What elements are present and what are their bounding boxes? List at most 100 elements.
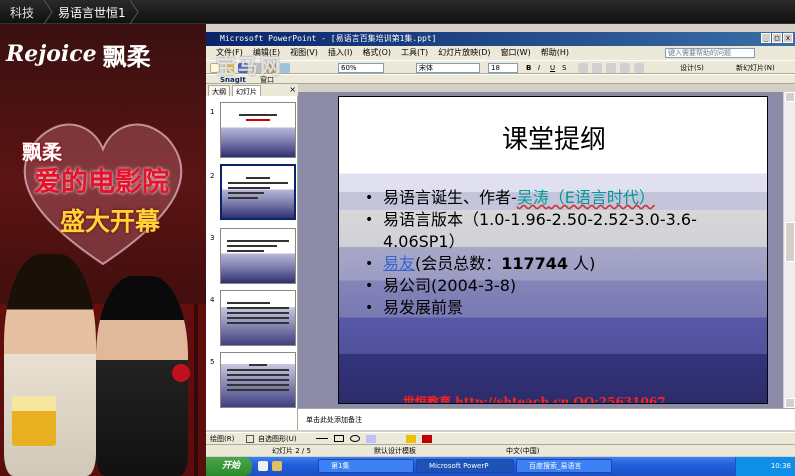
slide-thumbnail-5[interactable]	[220, 352, 296, 408]
clock: 10:36	[770, 462, 791, 470]
bullet-dot-icon: •	[365, 190, 374, 206]
scroll-up-icon[interactable]	[785, 92, 795, 102]
red-rose-image	[172, 364, 190, 382]
editor-ruler	[298, 84, 795, 92]
tab-outline[interactable]: 大纲	[208, 85, 230, 96]
slide-bullet-list[interactable]: • 易语言诞生、作者-吴涛（E语言时代） • 易语言版本（1.0-1.96-2.…	[365, 187, 723, 319]
windows-taskbar: 开始 第1集 Microsoft PowerP 百度搜索_易语言 10:36	[206, 457, 795, 476]
bullet-text-part: (会员总数：	[415, 254, 502, 273]
bullet-item: • 易发展前景	[365, 297, 723, 319]
font-size-select[interactable]: 18	[488, 63, 518, 73]
ad-brand-en: Rejoice	[6, 41, 97, 67]
status-language: 中文(中国)	[506, 447, 540, 455]
oval-tool-icon[interactable]	[350, 435, 360, 442]
editor-vertical-scrollbar[interactable]	[783, 92, 795, 408]
thumb-number: 3	[210, 234, 215, 242]
menu-format[interactable]: 格式(O)	[362, 46, 391, 60]
site-watermark-top: 宝马网	[216, 54, 282, 78]
align-center-icon[interactable]	[592, 63, 602, 73]
numbering-icon[interactable]	[620, 63, 630, 73]
menu-insert[interactable]: 插入(I)	[328, 46, 353, 60]
bullet-dot-icon: •	[365, 300, 374, 316]
status-bar: 幻灯片 2 / 5 默认设计模板 中文(中国)	[206, 444, 795, 456]
zoom-select[interactable]: 60%	[338, 63, 384, 73]
bullet-item: • 易友(会员总数：117744 人)	[365, 253, 723, 275]
scroll-down-icon[interactable]	[785, 398, 795, 408]
bullet-dot-icon: •	[365, 256, 374, 272]
ad-brand-cn: 飘柔	[102, 41, 151, 71]
ad-headline-main: 爱的电影院	[34, 167, 169, 198]
bullet-text-part: 易语言诞生、作者-	[383, 188, 517, 207]
shadow-button[interactable]: S	[562, 63, 566, 73]
bullet-text: 易语言诞生、作者-吴涛（E语言时代）	[383, 187, 655, 209]
author-link[interactable]: 吴涛	[517, 188, 549, 207]
bullets-icon[interactable]	[634, 63, 644, 73]
line-tool-icon[interactable]	[316, 438, 328, 439]
menu-window[interactable]: 窗口(W)	[501, 46, 531, 60]
breadcrumb-category[interactable]: 科技	[10, 4, 34, 21]
taskbar-powerpoint[interactable]: Microsoft PowerP	[416, 459, 514, 473]
start-button[interactable]: 开始	[206, 457, 252, 476]
breadcrumb-separator-icon	[43, 0, 53, 24]
bullet-text: 易发展前景	[383, 298, 464, 317]
quicklaunch-desktop-icon[interactable]	[272, 461, 282, 471]
bullet-item: • 易语言诞生、作者-吴涛（E语言时代）	[365, 187, 723, 209]
maximize-icon[interactable]: □	[772, 33, 782, 43]
bold-button[interactable]: B	[526, 63, 531, 73]
pane-close-icon[interactable]: ×	[289, 85, 296, 95]
slide-title[interactable]: 课堂提纲	[339, 119, 767, 156]
minimize-icon[interactable]: _	[761, 33, 771, 43]
system-tray: 10:36	[735, 457, 795, 476]
notes-pane[interactable]: 单击此处添加备注	[298, 408, 795, 430]
bullet-text-part: 人)	[568, 254, 596, 273]
breadcrumb-video-title: 易语言世恒1	[58, 6, 126, 20]
slide-thumbnail-4[interactable]	[220, 290, 296, 346]
formatting-toolbar: 60% 宋体 18 B I U S 设计(S) 新幻灯片(N)	[206, 60, 795, 74]
italic-button[interactable]: I	[538, 63, 540, 73]
menu-tools[interactable]: 工具(T)	[401, 46, 428, 60]
snagit-toolbar: SnagIt 窗口	[206, 74, 795, 84]
window-controls: _ □ x	[761, 33, 793, 43]
ad-brand-logo: Rejoice 飘柔	[6, 34, 202, 74]
thumb-number: 1	[210, 108, 215, 116]
ppt-title-bar: Microsoft PowerPoint - [易语言百集培训第1集.ppt] …	[206, 32, 795, 46]
align-right-icon[interactable]	[606, 63, 616, 73]
slide-thumbnail-2[interactable]	[220, 164, 296, 220]
scroll-thumb[interactable]	[785, 222, 795, 262]
textbox-tool-icon[interactable]	[366, 435, 376, 443]
yiyou-link[interactable]: 易友	[383, 254, 415, 273]
taskbar-browser[interactable]: 百度搜索_易语言	[516, 459, 612, 473]
rectangle-tool-icon[interactable]	[334, 435, 344, 442]
align-left-icon[interactable]	[578, 63, 588, 73]
font-name-select[interactable]: 宋体	[416, 63, 480, 73]
underline-button[interactable]: U	[550, 63, 555, 73]
font-color-icon[interactable]	[422, 435, 432, 443]
taskbar-folder[interactable]: 第1集	[318, 459, 414, 473]
bullet-item: • 易公司(2004-3-8)	[365, 275, 723, 297]
slides-pane: 大纲 幻灯片 × 1 2 3 4 5	[206, 84, 298, 430]
quicklaunch-ie-icon[interactable]	[258, 461, 268, 471]
slide-thumbnail-1[interactable]	[220, 102, 296, 158]
bullet-text: 易语言版本（1.0-1.96-2.50-2.52-3.0-3.6-4.06SP1…	[383, 210, 697, 251]
close-icon[interactable]: x	[783, 33, 793, 43]
pane-tabs: 大纲 幻灯片 ×	[206, 84, 298, 96]
new-slide-button[interactable]: 新幻灯片(N)	[736, 63, 775, 73]
menu-view[interactable]: 视图(V)	[290, 46, 318, 60]
select-pointer-icon[interactable]	[246, 435, 254, 443]
rejoice-advertisement[interactable]: Rejoice 飘柔 飘柔 爱的电影院 盛大开幕	[0, 24, 206, 476]
fill-color-icon[interactable]	[406, 435, 416, 443]
current-slide[interactable]: 课堂提纲 • 易语言诞生、作者-吴涛（E语言时代） • 易语言版本（1.0-1.…	[338, 96, 768, 404]
player-top-bar: 科技 易语言世恒1	[0, 0, 795, 24]
thumb-number: 2	[210, 172, 215, 180]
status-template: 默认设计模板	[374, 447, 416, 455]
tab-slides[interactable]: 幻灯片	[232, 85, 261, 96]
ppt-window-title: Microsoft PowerPoint - [易语言百集培训第1集.ppt]	[220, 34, 437, 43]
menu-slideshow[interactable]: 幻灯片放映(D)	[438, 46, 490, 60]
course-watermark: 世恒教育 http://shteach.cn QQ:25631067	[403, 395, 666, 404]
help-search-input[interactable]: 键入需要帮助的问题	[665, 48, 755, 58]
menu-help[interactable]: 帮助(H)	[541, 46, 569, 60]
design-button[interactable]: 设计(S)	[680, 63, 704, 73]
ad-headline-sub: 盛大开幕	[60, 207, 161, 236]
slide-thumbnail-3[interactable]	[220, 228, 296, 284]
powerpoint-screen: Microsoft PowerPoint - [易语言百集培训第1集.ppt] …	[206, 24, 795, 476]
